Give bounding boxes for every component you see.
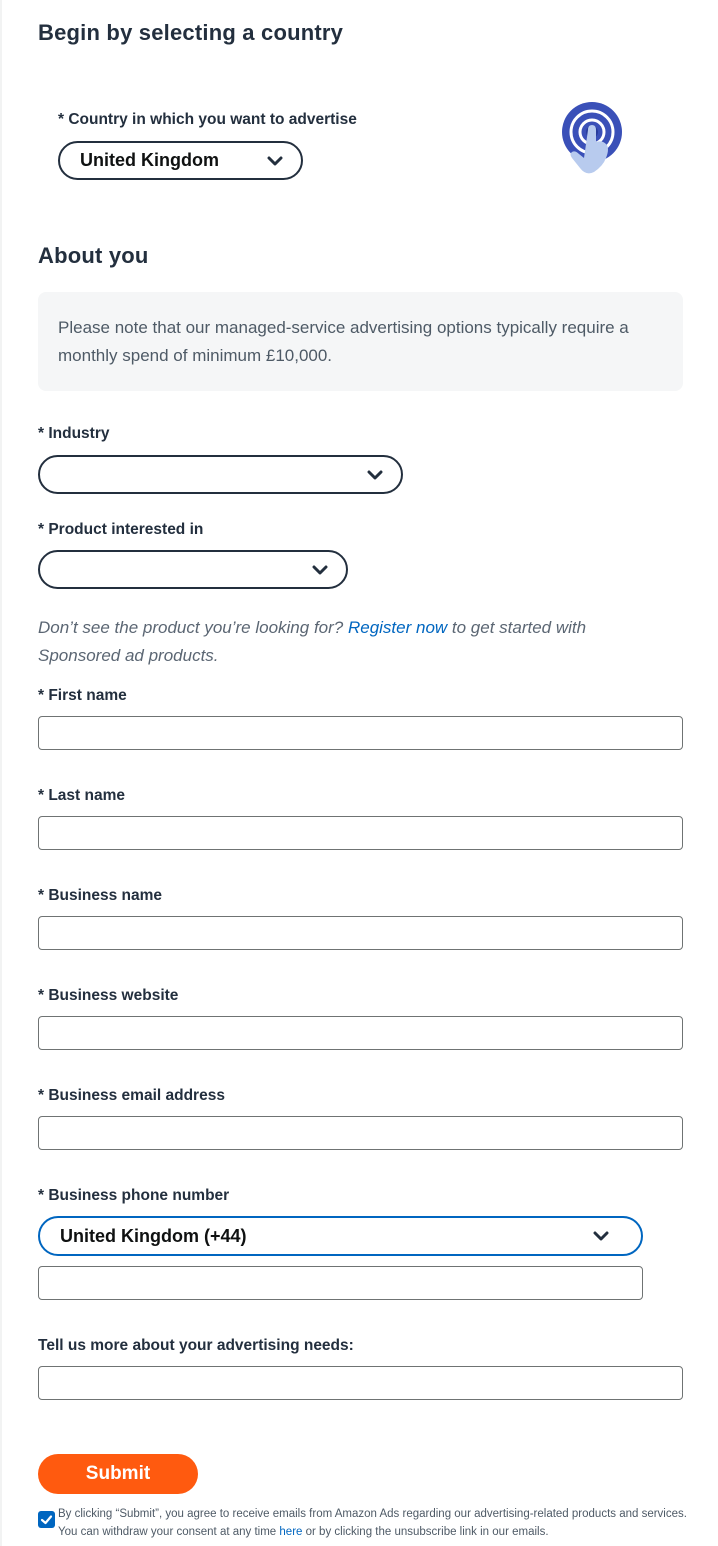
- country-select[interactable]: United Kingdom: [58, 141, 303, 180]
- needs-label: Tell us more about your advertising need…: [38, 1337, 354, 1354]
- industry-select[interactable]: [38, 455, 403, 494]
- first-name-label: * First name: [38, 687, 127, 704]
- withdraw-consent-link[interactable]: here: [279, 1526, 302, 1538]
- first-name-input[interactable]: [38, 716, 683, 750]
- phone-country-value: United Kingdom (+44): [60, 1225, 247, 1246]
- product-note-text: Don’t see the product you’re looking for…: [38, 618, 348, 637]
- register-now-link[interactable]: Register now: [348, 618, 447, 637]
- chevron-down-icon: [367, 470, 383, 479]
- business-website-input[interactable]: [38, 1016, 683, 1050]
- business-name-label: * Business name: [38, 887, 163, 904]
- industry-label: * Industry: [38, 425, 110, 442]
- tap-target-icon: [562, 102, 622, 174]
- chevron-down-icon: [267, 156, 283, 165]
- phone-number-input[interactable]: [38, 1266, 643, 1300]
- product-select[interactable]: [38, 550, 348, 589]
- chevron-down-icon: [593, 1231, 609, 1241]
- about-section-title: About you: [38, 243, 149, 268]
- page-edge: [0, 0, 2, 1546]
- needs-input[interactable]: [38, 1366, 683, 1400]
- chevron-down-icon: [312, 565, 328, 574]
- product-help-note: Don’t see the product you’re looking for…: [38, 614, 658, 670]
- spend-notice: Please note that our managed-service adv…: [38, 292, 683, 391]
- last-name-input[interactable]: [38, 816, 683, 850]
- phone-country-select[interactable]: United Kingdom (+44): [38, 1216, 643, 1256]
- business-name-input[interactable]: [38, 916, 683, 950]
- business-website-label: * Business website: [38, 987, 179, 1004]
- business-email-label: * Business email address: [38, 1087, 225, 1104]
- product-label: * Product interested in: [38, 521, 204, 538]
- country-section-title: Begin by selecting a country: [38, 20, 344, 45]
- last-name-label: * Last name: [38, 787, 126, 804]
- submit-button[interactable]: Submit: [38, 1454, 198, 1494]
- phone-label: * Business phone number: [38, 1187, 230, 1204]
- country-label: * Country in which you want to advertise: [58, 111, 357, 128]
- consent-text-end: or by clicking the unsubscribe link in o…: [302, 1526, 549, 1538]
- consent-text: By clicking “Submit”, you agree to recei…: [38, 1505, 698, 1541]
- country-select-value: United Kingdom: [80, 150, 219, 170]
- business-email-input[interactable]: [38, 1116, 683, 1150]
